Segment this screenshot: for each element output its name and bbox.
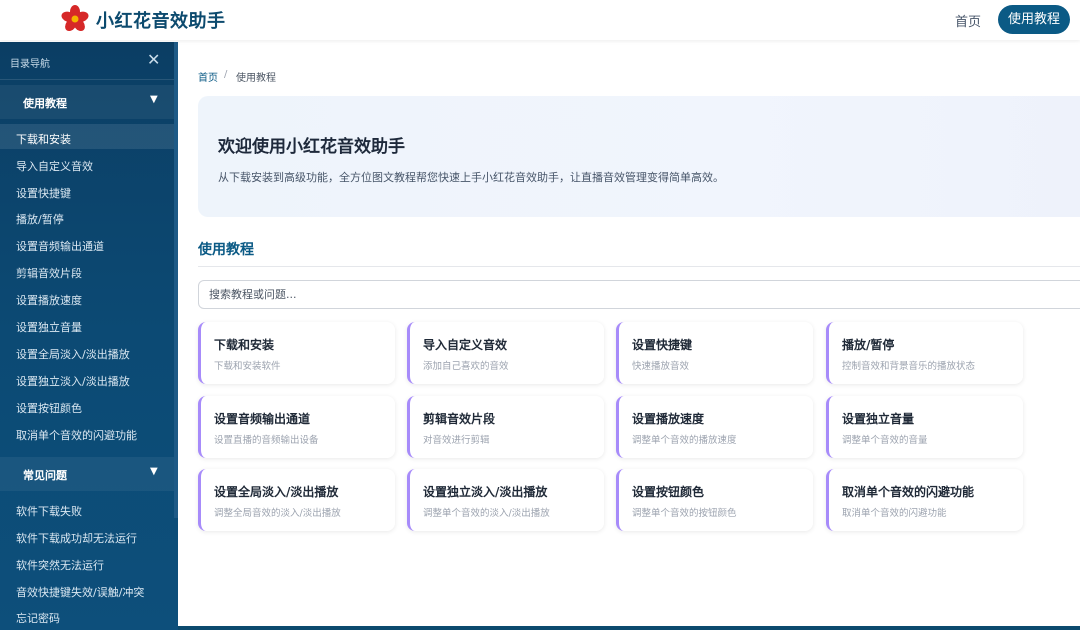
- card-description: 添加自己喜欢的音效: [423, 361, 509, 372]
- sidebar-item[interactable]: 音效快捷键失效/误触/冲突: [16, 584, 144, 600]
- card-description: 调整单个音效的播放速度: [632, 435, 737, 446]
- card-description: 调整单个音效的按钮颜色: [632, 508, 737, 519]
- card-title: 下载和安装: [214, 338, 275, 352]
- search-input[interactable]: [198, 280, 1080, 309]
- sidebar-item[interactable]: 软件突然无法运行: [16, 557, 104, 573]
- tutorial-card[interactable]: 设置独立淡入/淡出播放 调整单个音效的淡入/淡出播放: [407, 469, 604, 531]
- bottom-accent-bar: [178, 626, 1080, 630]
- card-title: 播放/暂停: [842, 338, 895, 352]
- welcome-title: 欢迎使用小红花音效助手: [218, 137, 405, 157]
- tutorial-card[interactable]: 设置按钮颜色 调整单个音效的按钮颜色: [616, 469, 813, 531]
- welcome-banner: 欢迎使用小红花音效助手 从下载安装到高级功能，全方位图文教程帮您快速上手小红花音…: [198, 96, 1080, 217]
- sidebar-header: 目录导航 ✕: [0, 42, 174, 80]
- card-title: 设置独立淡入/淡出播放: [423, 485, 548, 499]
- sidebar-section-faq[interactable]: 常见问题 ▼: [0, 457, 174, 491]
- sidebar-item[interactable]: 软件下载失败: [16, 503, 82, 519]
- sidebar-item[interactable]: 软件下载成功却无法运行: [16, 530, 137, 546]
- card-title: 剪辑音效片段: [423, 412, 496, 426]
- tutorial-card[interactable]: 设置播放速度 调整单个音效的播放速度: [616, 396, 813, 458]
- card-description: 调整单个音效的淡入/淡出播放: [423, 508, 550, 519]
- sidebar-item[interactable]: 剪辑音效片段: [16, 265, 82, 281]
- tutorial-card[interactable]: 下载和安装 下载和安装软件: [198, 322, 395, 384]
- card-description: 调整全局音效的淡入/淡出播放: [214, 508, 341, 519]
- sidebar-item[interactable]: 下载和安装: [16, 131, 71, 147]
- nav-tutorial-button[interactable]: 使用教程: [998, 5, 1070, 34]
- card-title: 设置按钮颜色: [632, 485, 705, 499]
- sidebar-item[interactable]: 设置音频输出通道: [16, 238, 104, 254]
- sidebar-item[interactable]: 导入自定义音效: [16, 158, 93, 174]
- card-description: 对音效进行剪辑: [423, 435, 490, 446]
- sidebar-item[interactable]: 设置独立音量: [16, 319, 82, 335]
- card-description: 取消单个音效的闪避功能: [842, 508, 947, 519]
- sidebar-scrollbar[interactable]: [174, 42, 178, 518]
- welcome-description: 从下载安装到高级功能，全方位图文教程帮您快速上手小红花音效助手，让直播音效管理变…: [218, 171, 724, 184]
- section-label: 使用教程: [23, 97, 67, 110]
- section-title: 使用教程: [198, 242, 254, 258]
- sidebar-item[interactable]: 设置快捷键: [16, 185, 71, 201]
- card-title: 设置播放速度: [632, 412, 705, 426]
- tutorial-card[interactable]: 剪辑音效片段 对音效进行剪辑: [407, 396, 604, 458]
- divider: [198, 266, 1080, 267]
- caret-down-icon: ▼: [150, 466, 158, 477]
- sidebar-item[interactable]: 设置全局淡入/淡出播放: [16, 346, 130, 362]
- breadcrumb-home-link[interactable]: 首页: [198, 69, 218, 84]
- close-icon[interactable]: ✕: [147, 50, 160, 69]
- card-title: 设置全局淡入/淡出播放: [214, 485, 339, 499]
- red-flower-icon[interactable]: [60, 4, 90, 34]
- card-title: 设置快捷键: [632, 338, 693, 352]
- sidebar-section-tutorials[interactable]: 使用教程 ▼: [0, 85, 174, 119]
- breadcrumb-current: 使用教程: [236, 73, 276, 84]
- sidebar-item[interactable]: 取消单个音效的闪避功能: [16, 427, 137, 443]
- card-description: 下载和安装软件: [214, 361, 281, 372]
- tutorial-card[interactable]: 设置音频输出通道 设置直播的音频输出设备: [198, 396, 395, 458]
- sidebar-item[interactable]: 设置按钮颜色: [16, 400, 82, 416]
- top-header: 小红花音效助手 首页 使用教程: [0, 0, 1080, 40]
- tutorial-card[interactable]: 设置独立音量 调整单个音效的音量: [826, 396, 1023, 458]
- tutorial-card[interactable]: 取消单个音效的闪避功能 取消单个音效的闪避功能: [826, 469, 1023, 531]
- breadcrumb-separator: /: [224, 69, 228, 80]
- section-label: 常见问题: [23, 469, 67, 482]
- caret-down-icon: ▼: [150, 94, 158, 105]
- tutorial-card[interactable]: 设置全局淡入/淡出播放 调整全局音效的淡入/淡出播放: [198, 469, 395, 531]
- brand-name[interactable]: 小红花音效助手: [96, 7, 226, 33]
- card-title: 取消单个音效的闪避功能: [842, 485, 975, 499]
- sidebar-item[interactable]: 设置独立淡入/淡出播放: [16, 373, 130, 389]
- tutorial-card[interactable]: 播放/暂停 控制音效和背景音乐的播放状态: [826, 322, 1023, 384]
- nav-home-link[interactable]: 首页: [955, 11, 981, 30]
- card-description: 控制音效和背景音乐的播放状态: [842, 361, 976, 372]
- sidebar: 目录导航 ✕ 使用教程 ▼ 下载和安装 导入自定义音效 设置快捷键 播放/暂停 …: [0, 42, 178, 630]
- sidebar-item[interactable]: 忘记密码: [16, 610, 60, 626]
- card-title: 设置独立音量: [842, 412, 915, 426]
- sidebar-item[interactable]: 设置播放速度: [16, 292, 82, 308]
- card-description: 快速播放音效: [632, 361, 690, 372]
- tutorial-card[interactable]: 导入自定义音效 添加自己喜欢的音效: [407, 322, 604, 384]
- sidebar-item[interactable]: 播放/暂停: [16, 211, 64, 227]
- card-title: 导入自定义音效: [423, 338, 508, 352]
- card-description: 调整单个音效的音量: [842, 435, 928, 446]
- card-description: 设置直播的音频输出设备: [214, 435, 319, 446]
- card-title: 设置音频输出通道: [214, 412, 311, 426]
- tutorial-card[interactable]: 设置快捷键 快速播放音效: [616, 322, 813, 384]
- sidebar-title: 目录导航: [10, 59, 50, 70]
